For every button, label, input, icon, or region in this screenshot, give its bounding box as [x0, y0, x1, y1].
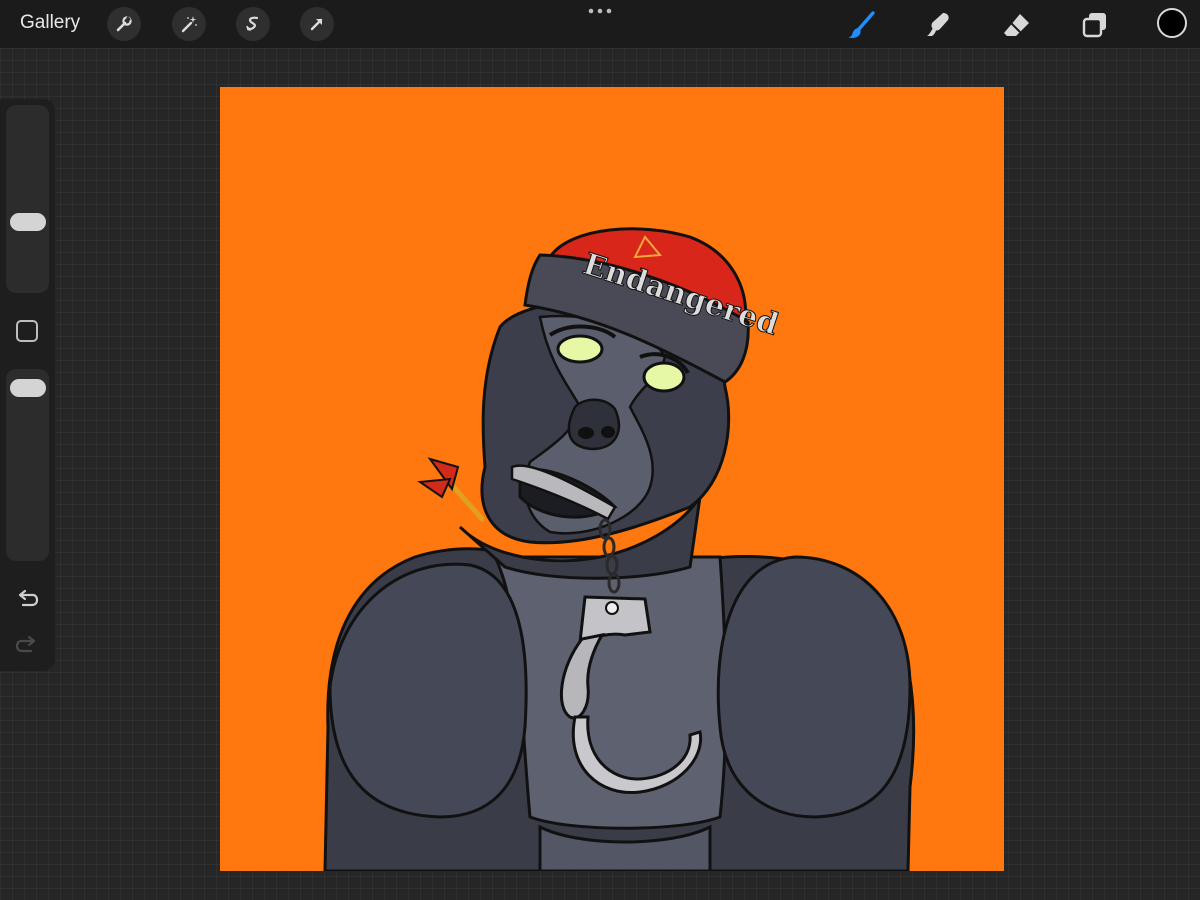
brush-size-slider[interactable]	[6, 105, 49, 293]
top-toolbar: Gallery	[0, 0, 1200, 48]
arrow-move-icon[interactable]	[300, 7, 334, 41]
layers-icon[interactable]	[1078, 8, 1112, 42]
color-picker-button[interactable]	[1157, 8, 1187, 38]
undo-icon[interactable]	[14, 586, 40, 612]
eraser-icon[interactable]	[1000, 8, 1034, 42]
smudge-icon[interactable]	[922, 8, 956, 42]
drawing-canvas[interactable]: Endangered	[220, 87, 1004, 871]
redo-icon[interactable]	[14, 632, 40, 658]
brush-icon[interactable]	[845, 8, 879, 42]
opacity-slider[interactable]	[6, 369, 49, 561]
wrench-icon[interactable]	[107, 7, 141, 41]
gallery-button[interactable]: Gallery	[20, 12, 80, 34]
gorilla-artwork: Endangered	[323, 227, 916, 871]
selection-icon[interactable]	[236, 7, 270, 41]
modify-button[interactable]	[16, 320, 38, 342]
opacity-thumb[interactable]	[10, 379, 46, 397]
left-sidebar	[0, 99, 55, 671]
more-options-icon[interactable]	[587, 5, 613, 17]
magic-wand-icon[interactable]	[172, 7, 206, 41]
brush-size-thumb[interactable]	[10, 213, 46, 231]
